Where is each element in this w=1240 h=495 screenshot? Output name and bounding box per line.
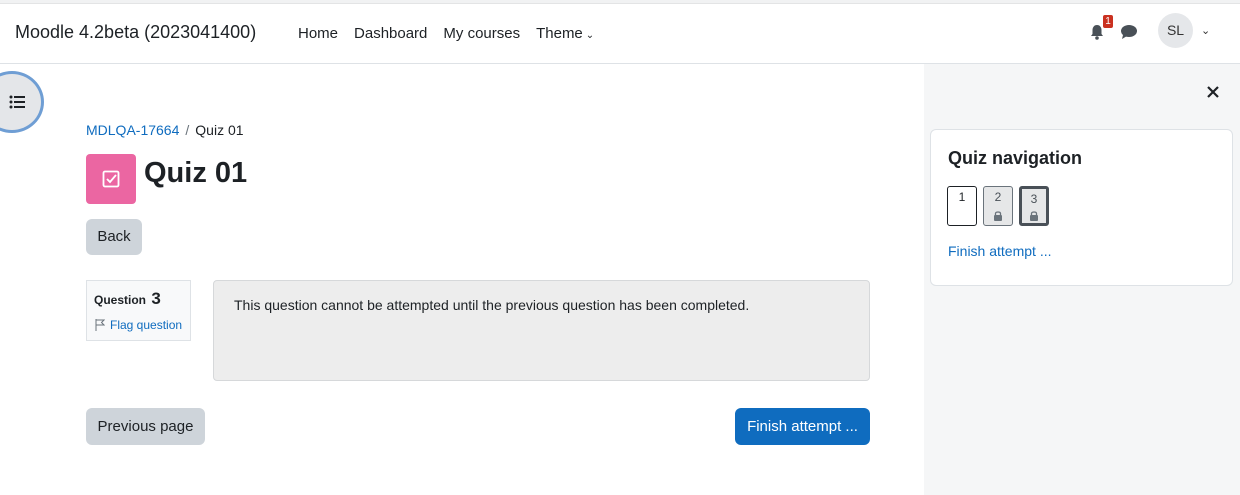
breadcrumb-current: Quiz 01 xyxy=(195,122,244,138)
breadcrumb-course-link[interactable]: MDLQA-17664 xyxy=(86,122,179,138)
page-title: Quiz 01 xyxy=(144,157,248,189)
close-icon[interactable] xyxy=(1205,84,1221,100)
question-number: Question 3 xyxy=(94,289,161,309)
nav-theme[interactable]: Theme ⌄ xyxy=(536,25,610,42)
finish-attempt-button[interactable]: Finish attempt ... xyxy=(735,408,870,445)
user-menu-chevron-icon[interactable]: ⌄ xyxy=(1201,24,1210,37)
quiz-nav-number: 2 xyxy=(994,190,1002,204)
notification-badge: 1 xyxy=(1103,15,1113,28)
chat-icon[interactable] xyxy=(1120,24,1138,40)
nav-home[interactable]: Home xyxy=(298,25,338,42)
quiz-navigation-block: Quiz navigation 1 2 3 Finish attempt ... xyxy=(930,129,1233,286)
back-button[interactable]: Back xyxy=(86,219,142,255)
top-navbar: Moodle 4.2beta (2023041400) Home Dashboa… xyxy=(0,4,1240,64)
flag-question-link[interactable]: Flag question xyxy=(110,318,182,332)
quiz-nav-question-2[interactable]: 2 xyxy=(983,186,1013,226)
question-number-value: 3 xyxy=(151,289,161,308)
quiz-nav-number: 3 xyxy=(1030,192,1038,206)
previous-page-button[interactable]: Previous page xyxy=(86,408,205,445)
user-avatar[interactable]: SL xyxy=(1158,13,1193,48)
flag-icon[interactable] xyxy=(95,319,105,331)
question-label: Question xyxy=(94,293,147,307)
nav-dashboard[interactable]: Dashboard xyxy=(354,25,427,42)
breadcrumb: MDLQA-17664 / Quiz 01 xyxy=(86,122,244,138)
question-info: Question 3 Flag question xyxy=(86,280,191,341)
quiz-icon xyxy=(86,154,136,204)
quiz-navigation-title: Quiz navigation xyxy=(948,148,1083,168)
finish-attempt-link[interactable]: Finish attempt ... xyxy=(948,243,1051,259)
quiz-nav-question-3[interactable]: 3 xyxy=(1019,186,1049,226)
lock-icon xyxy=(994,211,1002,221)
question-text: This question cannot be attempted until … xyxy=(234,297,750,313)
nav-my-courses[interactable]: My courses xyxy=(443,25,520,42)
nav-theme-label: Theme xyxy=(536,25,583,42)
lock-icon xyxy=(1030,211,1038,221)
chevron-down-icon: ⌄ xyxy=(585,30,595,41)
quiz-nav-number: 1 xyxy=(958,190,966,204)
list-icon xyxy=(9,95,25,109)
breadcrumb-separator: / xyxy=(185,122,190,138)
site-name[interactable]: Moodle 4.2beta (2023041400) xyxy=(15,22,256,43)
quiz-nav-question-1[interactable]: 1 xyxy=(947,186,977,226)
primary-navigation: Home Dashboard My courses Theme ⌄ xyxy=(298,25,626,42)
question-content: This question cannot be attempted until … xyxy=(213,280,870,381)
